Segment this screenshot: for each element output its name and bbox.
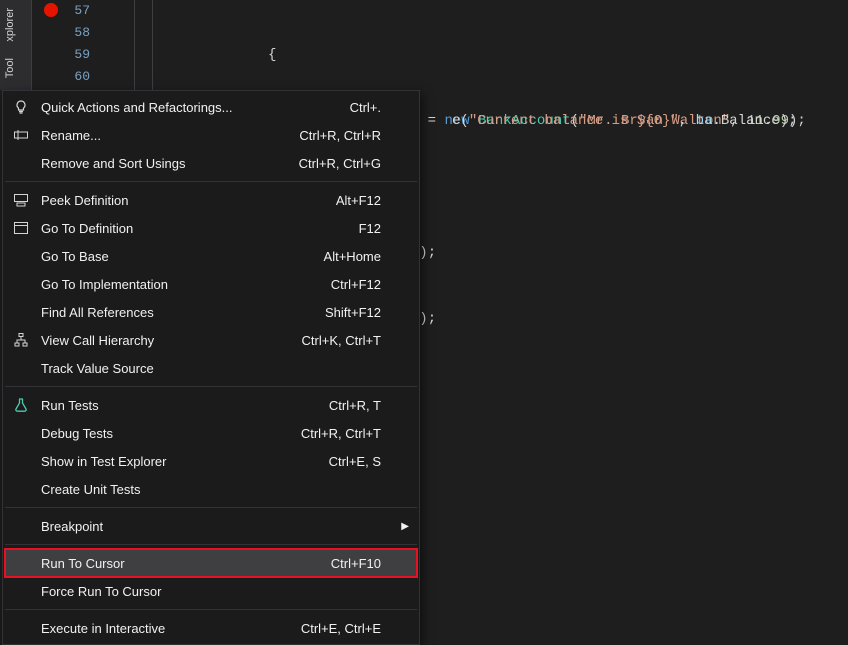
menu-shortcut: F12 [359,221,397,236]
code-token: ); [419,245,436,261]
menu-item-go-to-implementation[interactable]: Go To ImplementationCtrl+F12 [5,270,417,298]
menu-item-run-tests[interactable]: Run TestsCtrl+R, T [5,391,417,419]
context-menu: Quick Actions and Refactorings...Ctrl+.R… [2,90,420,645]
menu-item-run-to-cursor[interactable]: Run To CursorCtrl+F10 [5,549,417,577]
menu-separator [5,386,417,387]
menu-shortcut: Ctrl+K, Ctrl+T [302,333,397,348]
menu-shortcut: Shift+F12 [325,305,397,320]
code-token: = [419,113,444,129]
menu-shortcut: Ctrl+R, T [329,398,397,413]
code-token: ba [696,113,713,129]
menu-label: Find All References [33,305,325,320]
code-token: ); [419,311,436,327]
submenu-arrow-icon: ▶ [397,521,409,532]
menu-shortcut: Alt+F12 [336,193,397,208]
sidebar-tab-explorer[interactable]: xplorer [0,0,20,50]
menu-label: Force Run To Cursor [33,584,381,599]
code-token: e( [452,113,469,129]
menu-separator [5,181,417,182]
menu-shortcut: Ctrl+R, Ctrl+T [301,426,397,441]
line-number: 58 [32,22,90,44]
menu-item-find-all-references[interactable]: Find All ReferencesShift+F12 [5,298,417,326]
menu-shortcut: Ctrl+R, Ctrl+G [299,156,397,171]
menu-item-quick-actions-and-refactorings[interactable]: Quick Actions and Refactorings...Ctrl+. [5,93,417,121]
menu-separator [5,544,417,545]
line-number: 59 [32,44,90,66]
code-token: "Current balance is ${0}" [469,113,679,129]
flask-icon [9,397,33,413]
menu-item-go-to-base[interactable]: Go To BaseAlt+Home [5,242,417,270]
menu-label: Go To Definition [33,221,359,236]
menu-shortcut: Ctrl+E, S [329,454,397,469]
peek-icon [9,192,33,208]
menu-label: Rename... [33,128,299,143]
menu-item-go-to-definition[interactable]: Go To DefinitionF12 [5,214,417,242]
menu-label: View Call Hierarchy [33,333,302,348]
menu-label: Quick Actions and Refactorings... [33,100,350,115]
menu-label: Go To Base [33,249,324,264]
menu-item-peek-definition[interactable]: Peek DefinitionAlt+F12 [5,186,417,214]
line-number: 60 [32,66,90,88]
hierarchy-icon [9,332,33,348]
menu-shortcut: Alt+Home [324,249,397,264]
menu-item-execute-in-interactive[interactable]: Execute in InteractiveCtrl+E, Ctrl+E [5,614,417,642]
menu-label: Run To Cursor [33,556,331,571]
code-token: . [712,113,720,129]
menu-separator [5,609,417,610]
menu-label: Go To Implementation [33,277,331,292]
menu-item-create-unit-tests[interactable]: Create Unit Tests [5,475,417,503]
breakpoint-icon[interactable] [44,3,58,17]
menu-item-remove-and-sort-usings[interactable]: Remove and Sort UsingsCtrl+R, Ctrl+G [5,149,417,177]
menu-item-track-value-source[interactable]: Track Value Source [5,354,417,382]
menu-label: Run Tests [33,398,329,413]
menu-label: Breakpoint [33,519,381,534]
lightbulb-icon [9,99,33,115]
menu-item-view-call-hierarchy[interactable]: View Call HierarchyCtrl+K, Ctrl+T [5,326,417,354]
menu-shortcut: Ctrl+F12 [331,277,397,292]
menu-label: Execute in Interactive [33,621,301,636]
menu-item-breakpoint[interactable]: Breakpoint ▶ [5,512,417,540]
rename-icon [9,127,33,143]
menu-item-rename[interactable]: Rename...Ctrl+R, Ctrl+R [5,121,417,149]
menu-shortcut: Ctrl+R, Ctrl+R [299,128,397,143]
sidebar-tabs: xplorer Tool [0,0,32,90]
menu-label: Remove and Sort Usings [33,156,299,171]
code-token: , [679,113,696,129]
menu-shortcut: Ctrl+E, Ctrl+E [301,621,397,636]
menu-item-force-run-to-cursor[interactable]: Force Run To Cursor [5,577,417,605]
menu-item-show-in-test-explorer[interactable]: Show in Test ExplorerCtrl+E, S [5,447,417,475]
code-token: { [268,47,276,63]
code-token: Balance [721,113,780,129]
menu-label: Create Unit Tests [33,482,381,497]
menu-shortcut: Ctrl+. [350,100,397,115]
menu-shortcut: Ctrl+F10 [331,556,397,571]
code-token: ); [780,113,797,129]
goto-icon [9,220,33,236]
menu-item-debug-tests[interactable]: Debug TestsCtrl+R, Ctrl+T [5,419,417,447]
menu-label: Debug Tests [33,426,301,441]
sidebar-tab-toolbox[interactable]: Tool [0,50,20,86]
menu-label: Peek Definition [33,193,336,208]
line-number: 57 [32,0,90,22]
menu-label: Show in Test Explorer [33,454,329,469]
menu-label: Track Value Source [33,361,381,376]
menu-separator [5,507,417,508]
